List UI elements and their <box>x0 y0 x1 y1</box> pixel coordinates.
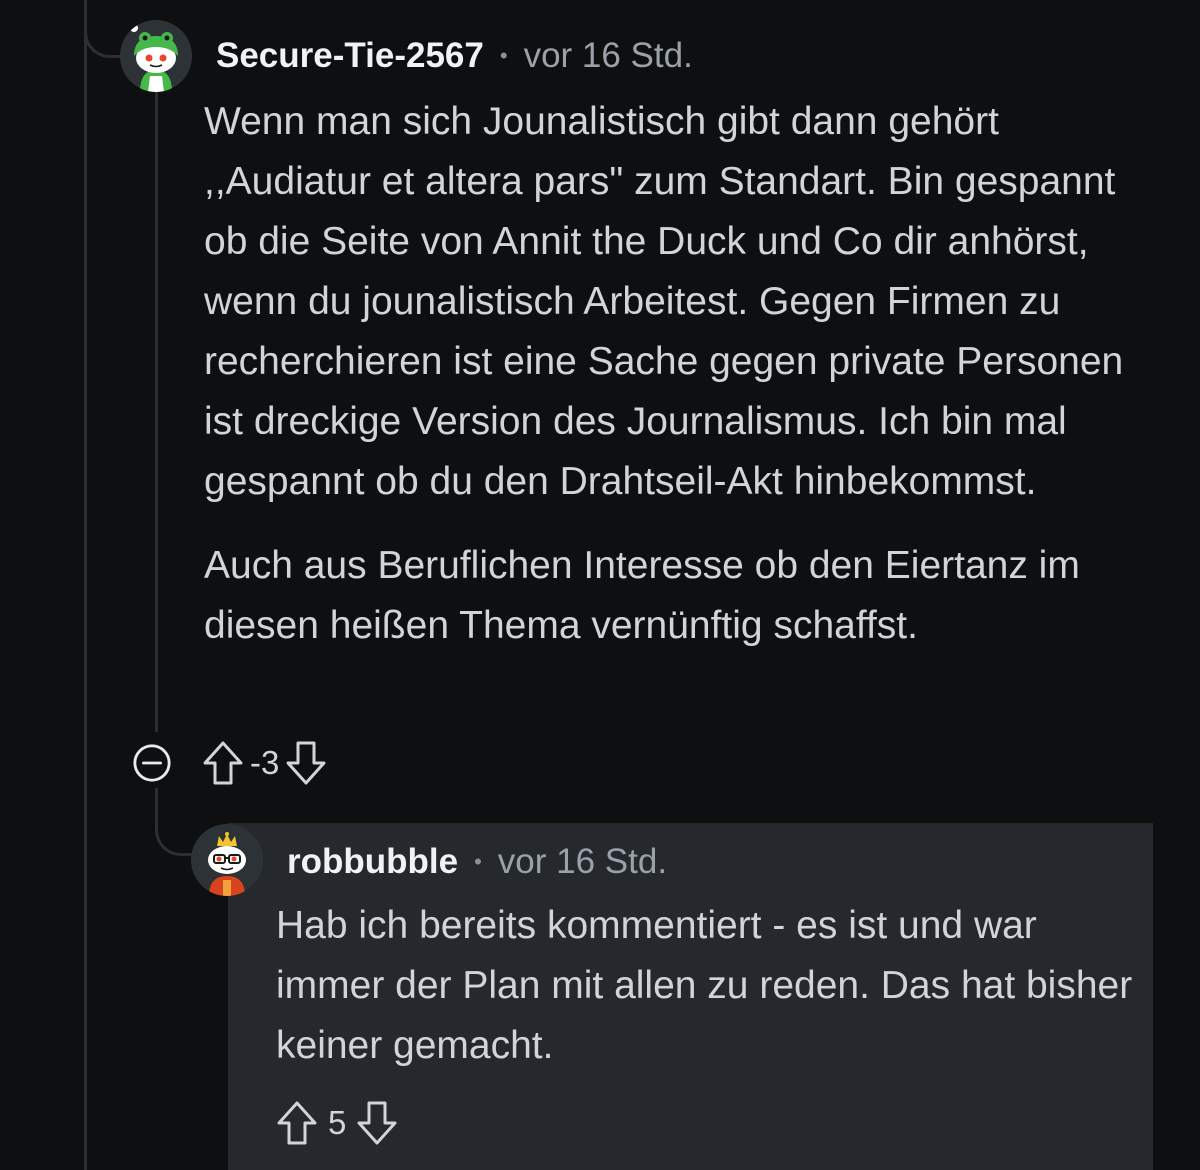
thread-line[interactable] <box>155 92 158 732</box>
username-link[interactable]: Secure-Tie-2567 <box>216 36 484 76</box>
downvote-button[interactable] <box>354 1098 400 1148</box>
comment-thread-page: Secure-Tie-2567 • vor 16 Std. Wenn man s… <box>0 0 1200 1170</box>
downvote-arrow-icon <box>357 1101 397 1145</box>
snoo-avatar-icon <box>191 824 263 896</box>
downvote-arrow-icon <box>286 741 326 785</box>
reply-header: robbubble • vor 16 Std. <box>287 840 667 884</box>
comment-paragraph: Auch aus Beruflichen Interesse ob den Ei… <box>204 544 1080 647</box>
separator-dot: • <box>499 43 508 68</box>
downvote-button[interactable] <box>283 738 329 788</box>
separator-dot: • <box>474 849 482 874</box>
timestamp: vor 16 Std. <box>497 842 668 881</box>
collapse-button[interactable] <box>132 743 172 783</box>
avatar[interactable] <box>120 20 192 92</box>
comment-body: Wenn man sich Jounalistisch gibt dann ge… <box>204 92 1164 680</box>
reply-actions: 5 <box>274 1096 400 1150</box>
timestamp: vor 16 Std. <box>523 36 693 75</box>
reply-connector <box>155 790 195 856</box>
username-link[interactable]: robbubble <box>287 842 458 882</box>
comment-paragraph: Wenn man sich Jounalistisch gibt dann ge… <box>204 100 1124 503</box>
thread-connector <box>84 0 124 58</box>
upvote-arrow-icon <box>277 1101 317 1145</box>
upvote-button[interactable] <box>274 1098 320 1148</box>
snoo-avatar-icon <box>120 20 192 92</box>
avatar[interactable] <box>191 824 263 896</box>
vote-score: 5 <box>328 1104 347 1141</box>
upvote-button[interactable] <box>200 738 246 788</box>
thread-line-outer <box>84 0 87 1170</box>
reply-body: Hab ich bereits kommentiert - es ist und… <box>276 896 1146 1076</box>
comment-actions: -3 <box>132 738 329 788</box>
reply-paragraph: Hab ich bereits kommentiert - es ist und… <box>276 904 1133 1067</box>
comment-header: Secure-Tie-2567 • vor 16 Std. <box>216 34 693 78</box>
upvote-arrow-icon <box>203 741 243 785</box>
collapse-minus-icon <box>133 744 171 782</box>
vote-score: -3 <box>250 744 280 781</box>
